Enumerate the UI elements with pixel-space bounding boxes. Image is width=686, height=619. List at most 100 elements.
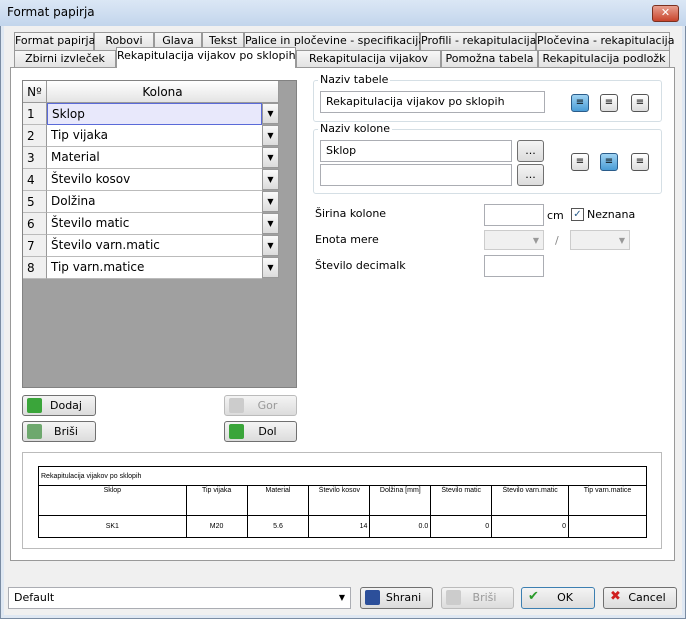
chevron-down-icon: ▼ [267, 109, 274, 118]
column-grid: Nº Kolona 1 Sklop ▼ 2 Tip vijaka ▼ 3 Material ▼ 4… [22, 80, 297, 388]
dropdown-button[interactable]: ▼ [262, 213, 279, 234]
tab-1-0[interactable]: Format papirja [14, 32, 95, 50]
chevron-down-icon: ▼ [267, 263, 274, 272]
chevron-down-icon: ▼ [267, 219, 274, 228]
row-number: 4 [23, 169, 47, 191]
dropdown-button[interactable]: ▼ [262, 191, 279, 212]
align-center-icon: ≡ [604, 156, 614, 167]
preview-cell: 0.0 [369, 515, 432, 538]
grid-row[interactable]: 6 Število matic ▼ [23, 213, 279, 235]
close-button[interactable]: ✕ [652, 5, 679, 22]
width-unit: cm [547, 209, 564, 222]
column-name-input-2[interactable] [320, 164, 512, 186]
unit-separator: / [555, 234, 559, 247]
dropdown-button[interactable]: ▼ [262, 257, 279, 278]
column-select[interactable]: Število matic [47, 213, 262, 235]
preview-title: Rekapitulacija vijakov po sklopih [38, 466, 647, 486]
grid-row[interactable]: 1 Sklop ▼ [23, 103, 279, 125]
plus-icon [27, 398, 42, 413]
cancel-button[interactable]: ✖ Cancel [603, 587, 677, 609]
grid-row[interactable]: 3 Material ▼ [23, 147, 279, 169]
close-icon: ✕ [660, 6, 671, 19]
preview-header: Tip vijaka [185, 485, 248, 516]
column-select[interactable]: Sklop [47, 103, 262, 125]
preset-combo[interactable]: Default ▼ [8, 587, 351, 609]
row-number: 6 [23, 213, 47, 235]
row-number: 3 [23, 147, 47, 169]
more-button-1[interactable]: ... [517, 140, 544, 162]
column-name-input-1[interactable]: Sklop [320, 140, 512, 162]
column-select[interactable]: Tip vijaka [47, 125, 262, 147]
align-right-button[interactable]: ≡ [631, 94, 649, 112]
x-icon: ✖ [610, 589, 621, 604]
align-center-button[interactable]: ≡ [600, 94, 618, 112]
col-align-right-button[interactable]: ≡ [631, 153, 649, 171]
row-number: 7 [23, 235, 47, 257]
preview-cell [568, 515, 647, 538]
preview-header: Sklop [38, 485, 187, 516]
tab-2-1[interactable]: Rekapitulacija vijakov po sklopih [116, 47, 296, 68]
chevron-down-icon: ▼ [267, 175, 274, 184]
chevron-down-icon: ▼ [532, 236, 539, 245]
unknown-checkbox[interactable]: ✓ [571, 208, 584, 221]
decimals-input[interactable] [484, 255, 544, 277]
preview-header: Material [246, 485, 310, 516]
column-name-label: Naziv kolone [318, 122, 393, 135]
move-up-button[interactable]: Gor [224, 395, 297, 416]
more-button-2[interactable]: ... [517, 164, 544, 186]
tab-2-0[interactable]: Zbirni izvleček [14, 50, 116, 68]
preview-table: Rekapitulacija vijakov po sklopih Sklop T… [38, 466, 647, 538]
grid-row[interactable]: 2 Tip vijaka ▼ [23, 125, 279, 147]
column-select[interactable]: Tip varn.matice [47, 257, 262, 279]
column-select[interactable]: Število varn.matic [47, 235, 262, 257]
grid-row[interactable]: 7 Število varn.matic ▼ [23, 235, 279, 257]
align-right-icon: ≡ [635, 156, 645, 167]
dropdown-button[interactable]: ▼ [262, 147, 279, 168]
align-left-icon: ≡ [575, 156, 585, 167]
unit-combo-2[interactable]: ▼ [570, 230, 630, 250]
add-button[interactable]: Dodaj [22, 395, 96, 416]
grid-row[interactable]: 4 Število kosov ▼ [23, 169, 279, 191]
preview-header: Število matic [430, 485, 493, 516]
align-left-button[interactable]: ≡ [571, 94, 589, 112]
align-center-icon: ≡ [604, 97, 614, 108]
chevron-down-icon: ▼ [267, 131, 274, 140]
trash-icon [446, 590, 461, 605]
width-spinner[interactable] [484, 204, 544, 226]
table-name-input[interactable]: Rekapitulacija vijakov po sklopih [320, 91, 545, 113]
col-align-left-button[interactable]: ≡ [571, 153, 589, 171]
dropdown-button[interactable]: ▼ [262, 103, 279, 124]
trash-icon [27, 424, 42, 439]
dropdown-button[interactable]: ▼ [262, 125, 279, 146]
unit-combo-1[interactable]: ▼ [484, 230, 544, 250]
preview-cell: 0 [430, 515, 493, 538]
grid-header-kolona: Kolona [47, 81, 279, 103]
move-down-button[interactable]: Dol [224, 421, 297, 442]
preview-header: Število varn.matic [491, 485, 570, 516]
column-select[interactable]: Število kosov [47, 169, 262, 191]
tab-2-2[interactable]: Rekapitulacija vijakov [296, 50, 441, 68]
delete-preset-button[interactable]: Briši [441, 587, 514, 609]
dropdown-button[interactable]: ▼ [262, 169, 279, 190]
save-button[interactable]: Shrani [360, 587, 433, 609]
tab-1-5[interactable]: Profili - rekapitulacija [420, 32, 536, 50]
decimals-label: Število decimalk [315, 259, 406, 272]
width-label: Širina kolone [315, 207, 387, 220]
row-number: 8 [23, 257, 47, 279]
column-select[interactable]: Dolžina [47, 191, 262, 213]
chevron-down-icon: ▼ [618, 236, 625, 245]
column-select[interactable]: Material [47, 147, 262, 169]
ok-button[interactable]: ✔ OK [521, 587, 595, 609]
preview-header: Število kosov [308, 485, 371, 516]
delete-row-button[interactable]: Briši [22, 421, 96, 442]
align-left-icon: ≡ [575, 97, 585, 108]
col-align-center-button[interactable]: ≡ [600, 153, 618, 171]
tab-2-4[interactable]: Rekapitulacija podložk [538, 50, 670, 68]
floppy-icon [365, 590, 380, 605]
grid-row[interactable]: 8 Tip varn.matice ▼ [23, 257, 279, 279]
dropdown-button[interactable]: ▼ [262, 235, 279, 256]
tab-1-6[interactable]: Pločevina - rekapitulacija [536, 32, 674, 50]
tab-2-3[interactable]: Pomožna tabela [441, 50, 538, 68]
preview-cell: 14 [308, 515, 371, 538]
grid-row[interactable]: 5 Dolžina ▼ [23, 191, 279, 213]
